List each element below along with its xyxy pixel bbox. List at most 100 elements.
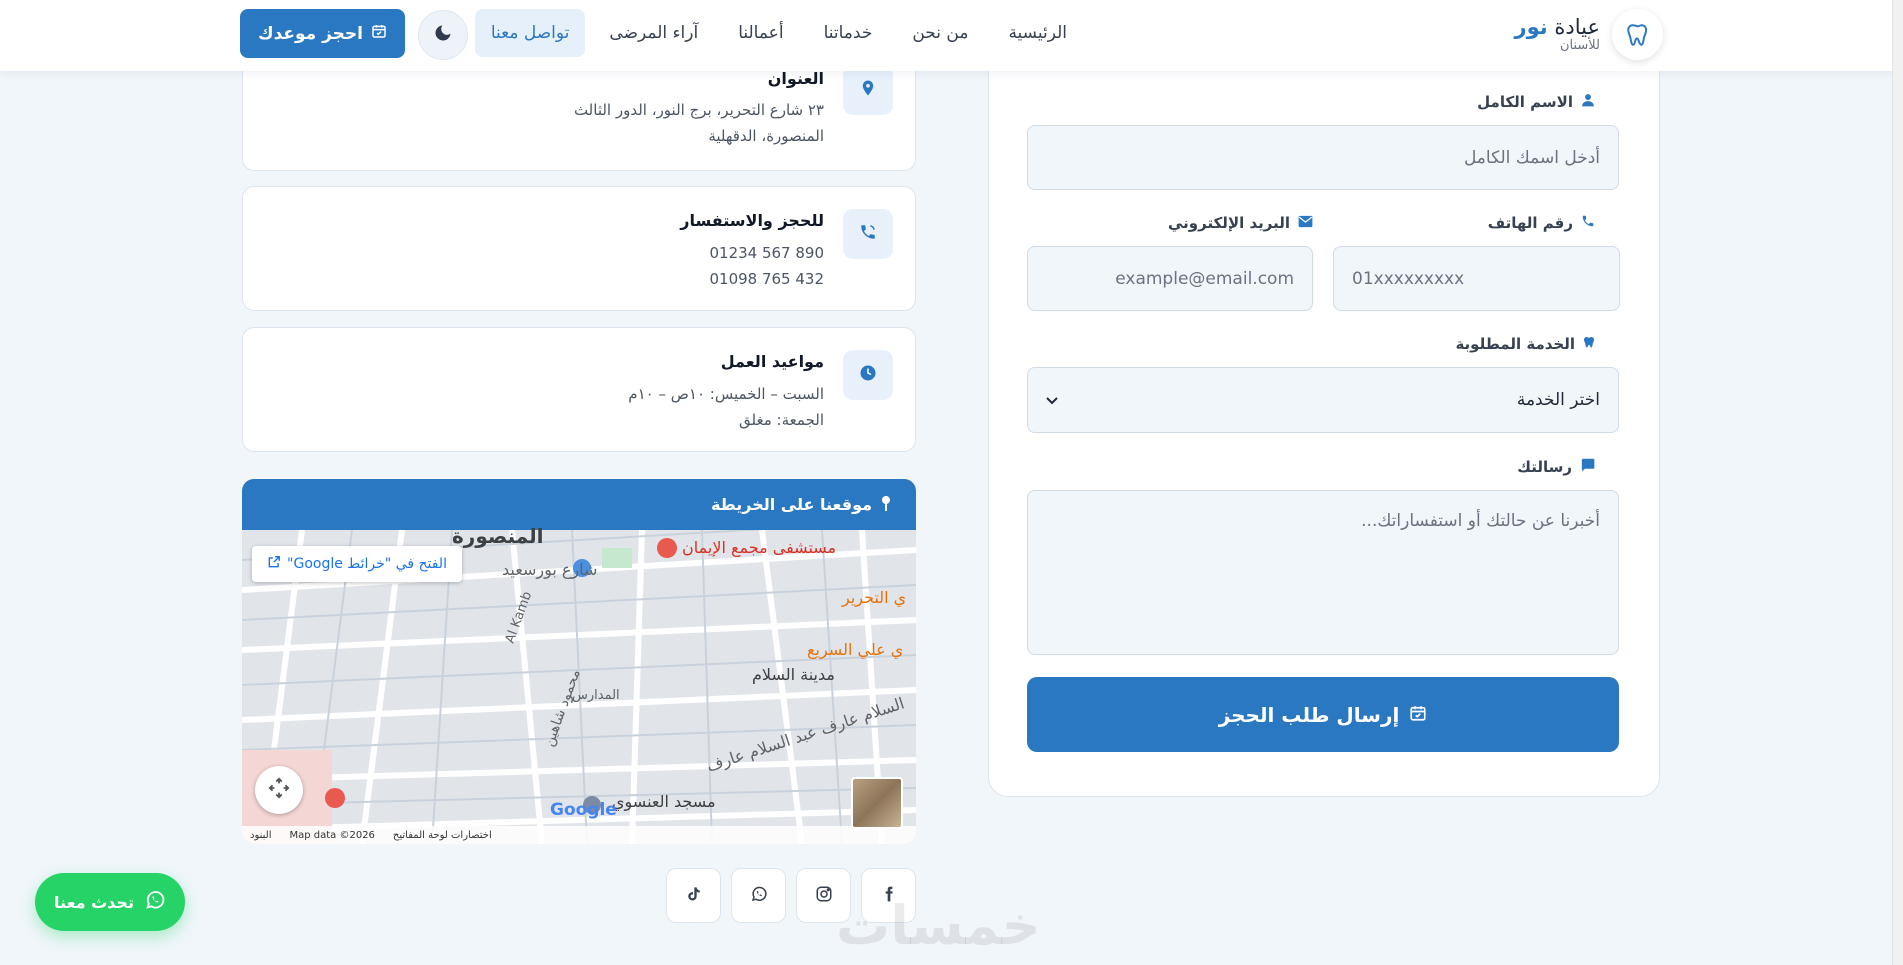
- clock-icon: [859, 364, 877, 386]
- full-name-label-text: الاسم الكامل: [1477, 93, 1573, 111]
- whatsapp-chat-label: تحدث معنا: [54, 892, 134, 912]
- service-select[interactable]: اختر الخدمة: [1027, 367, 1619, 433]
- whatsapp-button[interactable]: [731, 868, 786, 923]
- address-line-1: ٢٣ شارع التحرير، برج النور، الدور الثالث: [573, 101, 824, 119]
- nav-reviews[interactable]: آراء المرضى: [593, 9, 714, 57]
- map-terms-link[interactable]: البنود: [250, 830, 271, 841]
- whatsapp-icon: [750, 885, 768, 907]
- nav-works[interactable]: أعمالنا: [722, 9, 799, 57]
- phone-input[interactable]: 01xxxxxxxxx: [1333, 246, 1620, 311]
- calendar-check-icon: [1409, 703, 1427, 727]
- submit-booking-label: إرسال طلب الحجز: [1218, 702, 1400, 727]
- map-label-sarie: ي علي السريع: [807, 640, 904, 659]
- open-in-google-maps-button[interactable]: الفتح في "خرائط Google": [252, 546, 462, 582]
- phone-icon: [1581, 214, 1595, 232]
- satellite-toggle-thumbnail[interactable]: [851, 777, 903, 829]
- hours-line-2: الجمعة: مغلق: [739, 411, 824, 429]
- map-pin-small-icon: [880, 495, 892, 515]
- full-name-label: الاسم الكامل: [1477, 93, 1595, 111]
- book-appointment-button[interactable]: احجز موعدك: [240, 9, 405, 58]
- phone-placeholder: 01xxxxxxxxx: [1352, 268, 1465, 289]
- logo-subtitle: للأسنان: [1559, 37, 1600, 53]
- map-label-tahrir: ي التحرير: [842, 588, 907, 607]
- clock-icon-box: [843, 350, 893, 400]
- map-card: موقعنا على الخريطة المنصورة مستشفى مجمع …: [242, 479, 916, 844]
- hours-card: مواعيد العمل السبت – الخميس: ١٠ص – ١٠م ا…: [242, 327, 916, 452]
- nav-about[interactable]: من نحن: [896, 9, 984, 57]
- hours-title: مواعيد العمل: [720, 352, 824, 371]
- comment-icon: [1580, 458, 1595, 476]
- phone-number-1[interactable]: 01234 567 890: [709, 244, 824, 262]
- address-line-2: المنصورة، الدقهلية: [708, 127, 824, 145]
- tooth-logo-icon: [1612, 9, 1663, 60]
- map-label-city: المنصورة: [452, 524, 544, 548]
- logo[interactable]: عيادة نور للأسنان: [1515, 9, 1663, 60]
- message-textarea[interactable]: أخبرنا عن حالتك أو استفساراتك...: [1027, 490, 1619, 655]
- map-label-hospital: مستشفى مجمع الإيمان: [682, 538, 837, 557]
- watermark-text: خمسات: [836, 894, 1041, 957]
- email-input[interactable]: example@email.com: [1027, 246, 1313, 311]
- message-label: رسالتك: [1517, 458, 1595, 476]
- moon-icon: [433, 23, 453, 47]
- message-placeholder: أخبرنا عن حالتك أو استفساراتك...: [1361, 511, 1600, 531]
- logo-text: عيادة نور للأسنان: [1514, 14, 1600, 53]
- envelope-icon: [1298, 214, 1313, 232]
- address-title: العنوان: [767, 69, 824, 88]
- map-title: موقعنا على الخريطة: [710, 495, 872, 514]
- map-fullscreen-button[interactable]: [255, 766, 303, 814]
- email-label-text: البريد الإلكتروني: [1168, 214, 1290, 232]
- phone-card: للحجز والاستفسار 01234 567 890 01098 765…: [242, 186, 916, 311]
- google-wordmark: Google: [550, 800, 617, 820]
- service-selected-value: اختر الخدمة: [1516, 390, 1600, 410]
- tooth-icon: [1583, 335, 1595, 353]
- map-label-street: شارع بورسعيد: [502, 560, 598, 579]
- email-label: البريد الإلكتروني: [1168, 214, 1313, 232]
- map-attribution: البنود Map data ©2026 اختصارات لوحة المف…: [242, 826, 916, 844]
- book-appointment-label: احجز موعدك: [257, 23, 364, 44]
- main-nav: الرئيسية من نحن خدماتنا أعمالنا آراء الم…: [474, 9, 1083, 57]
- service-label-text: الخدمة المطلوبة: [1455, 335, 1575, 353]
- phone-label: رقم الهاتف: [1488, 214, 1595, 232]
- hours-line-1: السبت – الخميس: ١٠ص – ١٠م: [628, 385, 824, 403]
- message-label-text: رسالتك: [1517, 458, 1572, 476]
- map-label-salam: مدينة السلام: [752, 665, 835, 684]
- logo-highlight: نور: [1514, 14, 1548, 39]
- full-name-placeholder: أدخل اسمك الكامل: [1463, 147, 1600, 168]
- chevron-down-icon: [1046, 390, 1058, 410]
- google-logo: Google: [550, 800, 617, 820]
- map-shortcuts-link[interactable]: اختصارات لوحة المفاتيح: [393, 830, 492, 841]
- user-icon: [1581, 93, 1595, 111]
- tiktok-icon: [686, 885, 702, 907]
- phone-label-text: رقم الهاتف: [1487, 214, 1573, 232]
- address-icon-box: [843, 65, 893, 115]
- open-in-google-maps-label: الفتح في "خرائط Google": [287, 556, 447, 572]
- page-scrollbar[interactable]: [1892, 0, 1903, 965]
- email-placeholder: example@email.com: [1115, 268, 1294, 289]
- whatsapp-chat-button[interactable]: تحدث معنا: [35, 873, 185, 931]
- map-pin-icon: [859, 79, 877, 101]
- nav-contact[interactable]: تواصل معنا: [474, 9, 586, 57]
- submit-booking-button[interactable]: إرسال طلب الحجز: [1027, 677, 1619, 752]
- logo-brand: عيادة: [1554, 14, 1600, 39]
- map-label-madares: المدارس: [572, 688, 620, 703]
- full-name-input[interactable]: أدخل اسمك الكامل: [1027, 125, 1619, 190]
- phone-volume-icon: [859, 223, 877, 245]
- external-link-icon: [267, 555, 281, 573]
- calendar-check-icon: [371, 23, 387, 44]
- logo-title: عيادة نور: [1514, 14, 1600, 39]
- tiktok-button[interactable]: [666, 868, 721, 923]
- phone-title: للحجز والاستفسار: [680, 211, 824, 230]
- expand-icon: [268, 777, 290, 803]
- map-label-mosque: مسجد العنسوي: [612, 792, 716, 811]
- service-label: الخدمة المطلوبة: [1455, 335, 1595, 353]
- nav-services[interactable]: خدماتنا: [808, 9, 889, 57]
- theme-toggle-button[interactable]: [418, 10, 468, 60]
- whatsapp-chat-icon: [144, 889, 166, 915]
- instagram-icon: [815, 885, 833, 907]
- site-header: عيادة نور للأسنان الرئيسية من نحن خدماتن…: [0, 0, 1903, 71]
- map-header: موقعنا على الخريطة: [242, 479, 916, 530]
- map-data-credit: Map data ©2026: [289, 829, 375, 841]
- nav-home[interactable]: الرئيسية: [992, 9, 1083, 57]
- phone-icon-box: [843, 209, 893, 259]
- phone-number-2[interactable]: 01098 765 432: [709, 270, 824, 288]
